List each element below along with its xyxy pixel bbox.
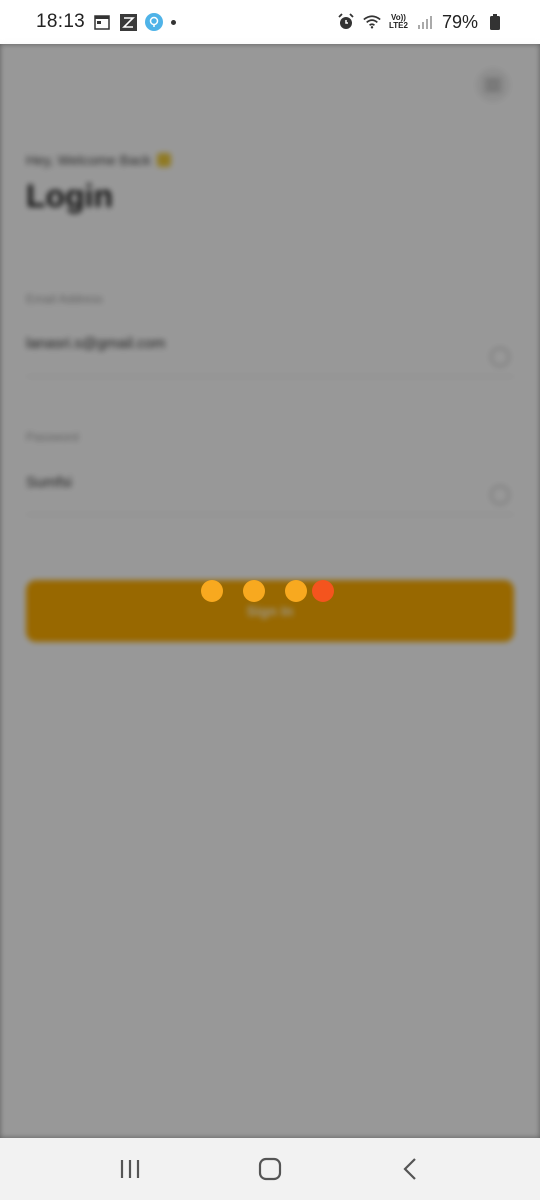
status-right: Vo)) LTE2 79% (337, 12, 504, 33)
status-bar: 18:13 Vo)) LTE2 79% (0, 0, 540, 44)
volte-indicator: Vo)) LTE2 (389, 14, 408, 30)
location-app-icon (145, 13, 164, 31)
battery-percent: 79% (441, 11, 478, 32)
status-time: 18:13 (36, 11, 86, 32)
alarm-icon (337, 13, 355, 31)
loading-dot (243, 580, 265, 602)
recent-apps-button[interactable] (106, 1145, 154, 1193)
notification-dot-icon (171, 19, 177, 25)
recent-apps-icon (120, 1160, 140, 1178)
calendar-icon (93, 13, 111, 31)
battery-icon (486, 13, 504, 31)
wifi-icon (363, 13, 381, 31)
loading-dot (285, 580, 307, 602)
signal-icon (416, 13, 434, 31)
status-left: 18:13 (36, 11, 177, 33)
back-button[interactable] (386, 1145, 434, 1193)
system-nav-bar (0, 1138, 540, 1200)
lte-text: LTE2 (389, 21, 408, 30)
loading-dot (201, 580, 223, 602)
home-button[interactable] (246, 1145, 294, 1193)
home-icon (258, 1157, 282, 1181)
loading-indicator (0, 580, 540, 602)
back-icon (403, 1158, 416, 1180)
z-app-icon (119, 13, 137, 31)
loading-dot-active (312, 580, 334, 602)
